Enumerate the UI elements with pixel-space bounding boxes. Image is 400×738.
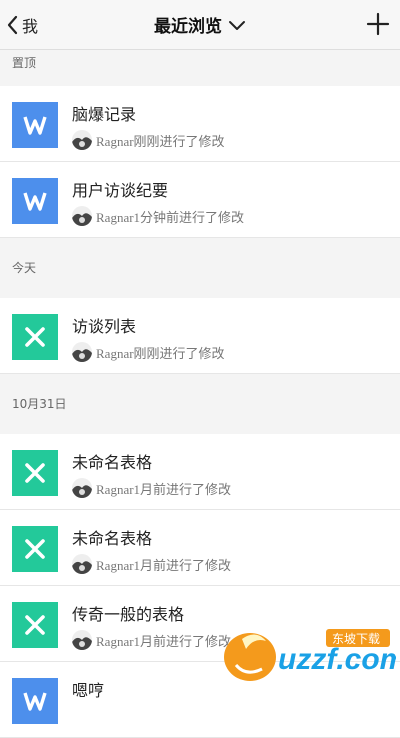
row-title: 用户访谈纪要: [72, 181, 169, 200]
chevron-down-icon: [229, 20, 245, 30]
list-item[interactable]: 未命名表格 Ragnar1月前进行了修改: [0, 434, 400, 510]
title-wrap: 最近浏览: [0, 12, 400, 37]
svg-text:uzzf.com: uzzf.com: [278, 643, 396, 676]
row-title: 访谈列表: [72, 317, 137, 336]
section-label: 今天: [12, 261, 37, 275]
title-dropdown[interactable]: 最近浏览: [154, 12, 246, 37]
section-header-today: 今天: [0, 238, 400, 298]
section-label: 10月31日: [12, 397, 67, 411]
avatar: [72, 206, 92, 226]
list-item[interactable]: 用户访谈纪要 Ragnar1分钟前进行了修改: [0, 162, 400, 238]
section-label: 置顶: [12, 56, 37, 70]
plus-icon[interactable]: [366, 12, 390, 36]
row-title: 未命名表格: [72, 453, 153, 472]
sheet-doc-icon: [12, 314, 58, 360]
avatar: [72, 630, 92, 650]
row-subtitle: Ragnar1月前进行了修改: [96, 557, 232, 573]
sheet-doc-icon: [12, 450, 58, 496]
list-item[interactable]: 访谈列表 Ragnar刚刚进行了修改: [0, 298, 400, 374]
row-subtitle: Ragnar1分钟前进行了修改: [96, 209, 245, 225]
avatar: [72, 478, 92, 498]
avatar: [72, 554, 92, 574]
row-subtitle: Ragnar1月前进行了修改: [96, 633, 232, 649]
row-meta: Ragnar1月前进行了修改: [72, 554, 231, 574]
row-title: 嗯哼: [72, 681, 105, 700]
sheet-doc-icon: [12, 602, 58, 648]
section-header-pinned: 置顶: [0, 50, 400, 86]
row-title: 传奇一般的表格: [72, 605, 185, 624]
section-header-oct31: 10月31日: [0, 374, 400, 434]
list-item[interactable]: 未命名表格 Ragnar1月前进行了修改: [0, 510, 400, 586]
nav-bar: 我 最近浏览: [0, 0, 400, 50]
svg-text:东坡下载: 东坡下载: [332, 632, 380, 646]
avatar: [72, 342, 92, 362]
word-doc-icon: [12, 178, 58, 224]
row-title: 脑爆记录: [72, 105, 137, 124]
row-subtitle: Ragnar刚刚进行了修改: [96, 345, 225, 361]
row-meta: Ragnar刚刚进行了修改: [72, 342, 225, 362]
row-title: 未命名表格: [72, 529, 153, 548]
row-subtitle: Ragnar1月前进行了修改: [96, 481, 232, 497]
row-meta: Ragnar1月前进行了修改: [72, 478, 231, 498]
page-title: 最近浏览: [154, 17, 222, 37]
avatar: [72, 130, 92, 150]
list-item[interactable]: 脑爆记录 Ragnar刚刚进行了修改: [0, 86, 400, 162]
row-meta: Ragnar刚刚进行了修改: [72, 130, 225, 150]
word-doc-icon: [12, 678, 58, 724]
word-doc-icon: [12, 102, 58, 148]
watermark-logo: uzzf.com 东坡下载: [216, 611, 400, 691]
row-subtitle: Ragnar刚刚进行了修改: [96, 133, 225, 149]
row-meta: Ragnar1月前进行了修改: [72, 630, 231, 650]
sheet-doc-icon: [12, 526, 58, 572]
row-meta: Ragnar1分钟前进行了修改: [72, 206, 244, 226]
